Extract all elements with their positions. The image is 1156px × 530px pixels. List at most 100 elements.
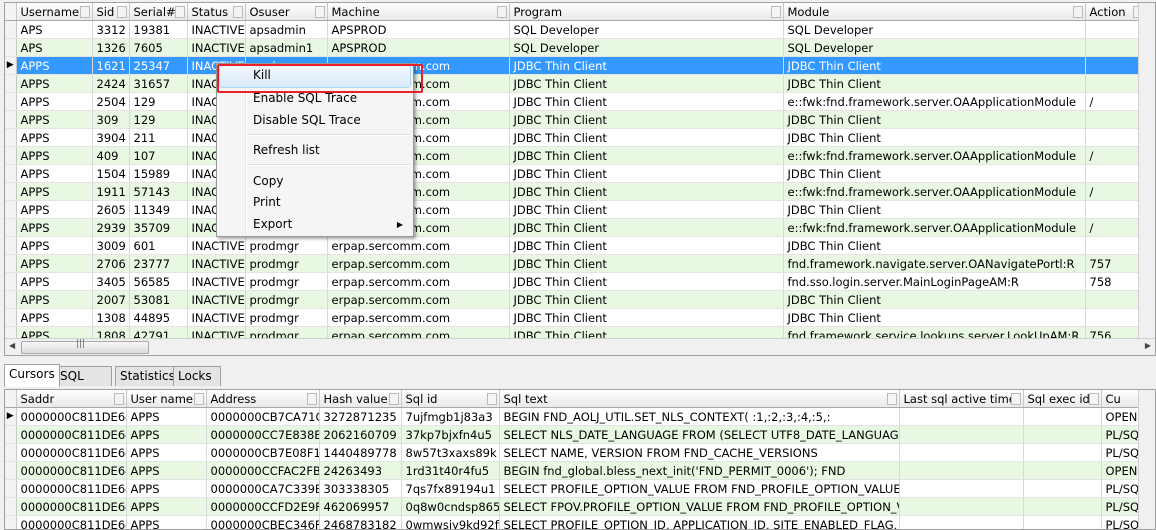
session-row[interactable]: APS 3312 19381 INACTIVE apsadmin APSPROD SQL D… xyxy=(5,20,1146,39)
column-filter-icon[interactable] xyxy=(232,6,243,18)
cell-status[interactable]: INACTIVE xyxy=(187,236,246,255)
column-header-sql-text[interactable]: Sql text xyxy=(499,390,900,408)
cell-action[interactable] xyxy=(1085,110,1146,129)
cell-sql-text[interactable]: SELECT FPOV.PROFILE_OPTION_VALUE FROM FN… xyxy=(499,497,900,516)
cell-last-sql-active-time[interactable] xyxy=(899,497,1024,516)
session-row[interactable]: APS 1326 7605 INACTIVE apsadmin1 APSPROD SQL D… xyxy=(5,38,1146,57)
column-filter-icon[interactable] xyxy=(496,6,507,18)
cell-program[interactable]: JDBC Thin Client xyxy=(509,92,784,111)
cell-user-name[interactable]: APPS xyxy=(126,497,207,516)
cell-username[interactable]: APPS xyxy=(16,182,93,201)
cell-osuser[interactable]: prodmgr xyxy=(245,308,328,327)
cell-sql-text[interactable]: BEGIN FND_AOLJ_UTIL.SET_NLS_CONTEXT( :1,… xyxy=(499,407,900,426)
cell-username[interactable]: APPS xyxy=(16,200,93,219)
cell-action[interactable]: / xyxy=(1085,218,1146,237)
cell-sql-id[interactable]: 7ujfmgb1j83a3 xyxy=(401,407,500,426)
cell-sid[interactable]: 2605 xyxy=(92,200,130,219)
cell-module[interactable]: e::fwk:fnd.framework.server.OAApplicatio… xyxy=(783,146,1086,165)
cell-last-sql-active-time[interactable] xyxy=(899,479,1024,498)
cell-serial[interactable]: 15989 xyxy=(129,164,188,183)
cell-module[interactable]: JDBC Thin Client xyxy=(783,290,1086,309)
cell-program[interactable]: JDBC Thin Client xyxy=(509,110,784,129)
cell-program[interactable]: SQL Developer xyxy=(509,20,784,39)
session-row[interactable]: APPS2504129INACTIVEprodmgrerpap.sercomm.… xyxy=(5,92,1146,111)
column-header-module[interactable]: Module xyxy=(783,3,1086,21)
cell-username[interactable]: APS xyxy=(16,38,93,57)
cell-address[interactable]: 0000000CBEC346F0 xyxy=(206,515,320,529)
cell-sid[interactable]: 3405 xyxy=(92,272,130,291)
cell-address[interactable]: 0000000CB7E08F18 xyxy=(206,443,320,462)
cell-hash-value[interactable]: 1440489778 xyxy=(319,443,402,462)
session-row[interactable]: APPS 3009 601 INACTIVE prodmgr erpap.sercomm.… xyxy=(5,236,1146,255)
cell-sql-id[interactable]: 8w57t3xaxs89k xyxy=(401,443,500,462)
sessions-grid[interactable]: Username Sid Serial# Status Osuser Machine Pro… xyxy=(4,2,1156,356)
cell-module[interactable]: JDBC Thin Client xyxy=(783,236,1086,255)
column-filter-icon[interactable] xyxy=(1072,6,1083,18)
cell-user-name[interactable]: APPS xyxy=(126,461,207,480)
cell-status[interactable]: INACTIVE xyxy=(187,38,246,57)
cell-sid[interactable]: 2939 xyxy=(92,218,130,237)
tab-sql-text[interactable]: SQL Text xyxy=(55,366,112,402)
cell-action[interactable] xyxy=(1085,164,1146,183)
cell-sql-text[interactable]: SELECT NAME, VERSION FROM FND_CACHE_VERS… xyxy=(499,443,900,462)
cell-module[interactable]: JDBC Thin Client xyxy=(783,200,1086,219)
cell-hash-value[interactable]: 303338305 xyxy=(319,479,402,498)
cell-program[interactable]: JDBC Thin Client xyxy=(509,128,784,147)
column-filter-icon[interactable] xyxy=(113,393,124,405)
cell-action[interactable] xyxy=(1085,74,1146,93)
cell-serial[interactable]: 7605 xyxy=(129,38,188,57)
cell-status[interactable]: INACTIVE xyxy=(187,308,246,327)
cell-action[interactable]: 757 xyxy=(1085,254,1146,273)
cursors-grid[interactable]: Saddr User name Address Hash value Sql id Sql… xyxy=(4,389,1156,530)
column-header-status[interactable]: Status xyxy=(187,3,246,21)
session-row[interactable]: APPS293935709INACTIVEprodmgrerpap.sercom… xyxy=(5,218,1146,237)
cell-hash-value[interactable]: 3272871235 xyxy=(319,407,402,426)
session-row[interactable]: APPS409107INACTIVEprodmgrerpap.sercomm.c… xyxy=(5,146,1146,165)
session-row[interactable]: APPS3904211INACTIVEprodmgrerpap.sercomm.… xyxy=(5,128,1146,147)
cell-action[interactable] xyxy=(1085,308,1146,327)
cell-user-name[interactable]: APPS xyxy=(126,479,207,498)
session-row[interactable]: ▶APPS162125347INACTIVEprodmgrerpap.serco… xyxy=(5,56,1146,75)
cell-sql-exec-id[interactable] xyxy=(1023,515,1102,529)
cell-program[interactable]: JDBC Thin Client xyxy=(509,218,784,237)
cell-action[interactable] xyxy=(1085,200,1146,219)
cell-username[interactable]: APS xyxy=(16,20,93,39)
cell-sid[interactable]: 2007 xyxy=(92,290,130,309)
cell-user-name[interactable]: APPS xyxy=(126,515,207,529)
cell-machine[interactable]: erpap.sercomm.com xyxy=(327,272,510,291)
cell-serial[interactable]: 129 xyxy=(129,92,188,111)
scroll-right-arrow-icon[interactable]: ▶ xyxy=(1145,341,1151,350)
cell-module[interactable]: e::fwk:fnd.framework.server.OAApplicatio… xyxy=(783,218,1086,237)
tab-statistics[interactable]: Statistics xyxy=(115,366,180,386)
cell-action[interactable] xyxy=(1085,290,1146,309)
cell-osuser[interactable]: prodmgr xyxy=(245,254,328,273)
cell-machine[interactable]: APSPROD xyxy=(327,38,510,57)
cell-user-name[interactable]: APPS xyxy=(126,425,207,444)
column-header-last-sql-active-time[interactable]: Last sql active time xyxy=(899,390,1024,408)
cell-sid[interactable]: 2424 xyxy=(92,74,130,93)
column-filter-icon[interactable] xyxy=(770,6,781,18)
tab-locks[interactable]: Locks xyxy=(173,366,221,386)
cell-program[interactable]: JDBC Thin Client xyxy=(509,56,784,75)
cell-osuser[interactable]: apsadmin xyxy=(245,20,328,39)
cell-last-sql-active-time[interactable] xyxy=(899,461,1024,480)
column-header-program[interactable]: Program xyxy=(509,3,784,21)
cell-machine[interactable]: APSPROD xyxy=(327,20,510,39)
cell-module[interactable]: JDBC Thin Client xyxy=(783,56,1086,75)
cell-sql-exec-id[interactable] xyxy=(1023,461,1102,480)
session-row[interactable]: APPS 2007 53081 INACTIVE prodmgr erpap.sercom… xyxy=(5,290,1146,309)
cell-sql-exec-id[interactable] xyxy=(1023,407,1102,426)
cell-serial[interactable]: 31657 xyxy=(129,74,188,93)
menu-disable-sql-trace[interactable]: Disable SQL Trace xyxy=(253,110,361,130)
cursor-row[interactable]: 0000000C811DE648APPS0000000CBEC346F02468… xyxy=(5,515,1152,529)
cell-program[interactable]: JDBC Thin Client xyxy=(509,146,784,165)
cell-username[interactable]: APPS xyxy=(16,308,93,327)
column-header-saddr[interactable]: Saddr xyxy=(16,390,127,408)
column-header-sql-exec-id[interactable]: Sql exec id xyxy=(1023,390,1102,408)
column-header-sql-id[interactable]: Sql id xyxy=(401,390,500,408)
cell-action[interactable] xyxy=(1085,236,1146,255)
cell-saddr[interactable]: 0000000C811DE648 xyxy=(16,443,127,462)
cell-status[interactable]: INACTIVE xyxy=(187,290,246,309)
cell-last-sql-active-time[interactable] xyxy=(899,407,1024,426)
cell-username[interactable]: APPS xyxy=(16,218,93,237)
